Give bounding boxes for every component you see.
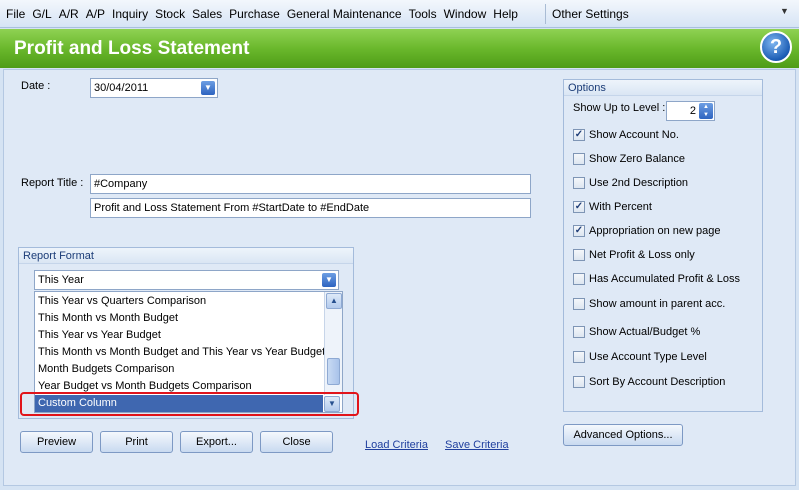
option-appropriation-new-page[interactable]: ✓ Appropriation on new page xyxy=(573,224,720,238)
menu-dropdown-icon[interactable]: ▼ xyxy=(780,6,794,20)
date-value: 30/04/2011 xyxy=(94,82,149,94)
list-item[interactable]: Month Budgets Comparison xyxy=(35,361,174,378)
report-title-line1-input[interactable]: #Company xyxy=(90,174,531,194)
option-label: Has Accumulated Profit & Loss xyxy=(589,273,741,285)
option-label: Use Account Type Level xyxy=(589,351,707,363)
date-label: Date : xyxy=(21,80,51,92)
menu-general-maintenance[interactable]: General Maintenance xyxy=(287,7,402,21)
level-spinner[interactable]: 2 ▲ ▼ xyxy=(666,101,715,121)
menu-purchase[interactable]: Purchase xyxy=(229,7,280,21)
report-format-dropdown-icon[interactable]: ▼ xyxy=(322,273,336,287)
menu-items: File G/L A/R A/P Inquiry Stock Sales Pur… xyxy=(6,7,525,21)
list-item[interactable]: This Year vs Quarters Comparison xyxy=(35,293,206,310)
menu-tools[interactable]: Tools xyxy=(409,7,437,21)
report-format-title: Report Format xyxy=(19,248,353,264)
checkbox-checked-icon[interactable]: ✓ xyxy=(573,225,585,237)
menu-window[interactable]: Window xyxy=(444,7,487,21)
option-label: Appropriation on new page xyxy=(589,225,721,237)
checkbox-checked-icon[interactable]: ✓ xyxy=(573,201,585,213)
option-use-account-type-level[interactable]: Use Account Type Level xyxy=(573,350,707,364)
print-button[interactable]: Print xyxy=(100,431,173,453)
checkbox-icon[interactable] xyxy=(573,298,585,310)
help-icon[interactable]: ? xyxy=(760,31,792,63)
checkbox-icon[interactable] xyxy=(573,177,585,189)
list-item[interactable]: This Year vs Year Budget xyxy=(35,327,161,344)
option-show-zero-balance[interactable]: Show Zero Balance xyxy=(573,152,685,166)
checkbox-icon[interactable] xyxy=(573,326,585,338)
menu-other-settings[interactable]: Other Settings xyxy=(552,7,629,21)
checkbox-icon[interactable] xyxy=(573,153,585,165)
load-criteria-link[interactable]: Load Criteria xyxy=(365,439,428,451)
save-criteria-link[interactable]: Save Criteria xyxy=(445,439,509,451)
option-show-account-no[interactable]: ✓ Show Account No. xyxy=(573,128,679,142)
date-field[interactable]: 30/04/2011 ▼ xyxy=(90,78,218,98)
menu-sales[interactable]: Sales xyxy=(192,7,222,21)
menu-ap[interactable]: A/P xyxy=(86,7,105,21)
checkbox-checked-icon[interactable]: ✓ xyxy=(573,129,585,141)
page-title: Profit and Loss Statement xyxy=(14,38,250,59)
spinner-arrows-icon[interactable]: ▲ ▼ xyxy=(699,103,713,119)
menu-file[interactable]: File xyxy=(6,7,25,21)
report-title-line2-input[interactable]: Profit and Loss Statement From #StartDat… xyxy=(90,198,531,218)
report-title-label: Report Title : xyxy=(21,177,84,189)
level-value: 2 xyxy=(689,105,696,117)
menu-gl[interactable]: G/L xyxy=(32,7,51,21)
option-label: With Percent xyxy=(589,201,652,213)
option-label: Net Profit & Loss only xyxy=(589,249,695,261)
highlight-annotation xyxy=(20,392,359,416)
checkbox-icon[interactable] xyxy=(573,376,585,388)
menu-stock[interactable]: Stock xyxy=(155,7,185,21)
option-net-profit-loss-only[interactable]: Net Profit & Loss only xyxy=(573,248,695,262)
options-title: Options xyxy=(564,80,762,96)
option-with-percent[interactable]: ✓ With Percent xyxy=(573,200,652,214)
preview-button[interactable]: Preview xyxy=(20,431,93,453)
list-scrollbar[interactable]: ▲ xyxy=(324,292,342,395)
option-accumulated-profit-loss[interactable]: Has Accumulated Profit & Loss xyxy=(573,272,740,286)
option-label: Show Actual/Budget % xyxy=(589,326,701,338)
report-format-selected: This Year xyxy=(38,274,84,286)
option-show-actual-budget[interactable]: Show Actual/Budget % xyxy=(573,325,700,339)
export-button[interactable]: Export... xyxy=(180,431,253,453)
date-dropdown-icon[interactable]: ▼ xyxy=(201,81,215,95)
title-header: Profit and Loss Statement ? xyxy=(0,29,799,68)
scroll-up-icon[interactable]: ▲ xyxy=(326,293,342,309)
option-label: Show amount in parent acc. xyxy=(589,298,726,310)
list-item[interactable]: This Month vs Month Budget and This Year… xyxy=(35,344,325,361)
level-label: Show Up to Level : xyxy=(573,102,666,114)
close-button[interactable]: Close xyxy=(260,431,333,453)
option-label: Sort By Account Description xyxy=(589,376,726,388)
menu-help[interactable]: Help xyxy=(493,7,518,21)
checkbox-icon[interactable] xyxy=(573,351,585,363)
option-show-amount-parent[interactable]: Show amount in parent acc. xyxy=(573,297,725,311)
menu-bar: File G/L A/R A/P Inquiry Stock Sales Pur… xyxy=(0,0,799,28)
menu-ar[interactable]: A/R xyxy=(59,7,79,21)
menu-inquiry[interactable]: Inquiry xyxy=(112,7,148,21)
option-label: Show Account No. xyxy=(589,129,679,141)
menu-separator xyxy=(545,4,546,24)
option-label: Use 2nd Description xyxy=(589,177,689,189)
scroll-thumb[interactable] xyxy=(327,358,340,385)
option-sort-by-description[interactable]: Sort By Account Description xyxy=(573,375,725,389)
report-format-select[interactable]: This Year ▼ xyxy=(34,270,339,290)
advanced-options-button[interactable]: Advanced Options... xyxy=(563,424,683,446)
checkbox-icon[interactable] xyxy=(573,273,585,285)
option-label: Show Zero Balance xyxy=(589,153,685,165)
checkbox-icon[interactable] xyxy=(573,249,585,261)
list-item[interactable]: This Month vs Month Budget xyxy=(35,310,178,327)
option-use-2nd-description[interactable]: Use 2nd Description xyxy=(573,176,688,190)
